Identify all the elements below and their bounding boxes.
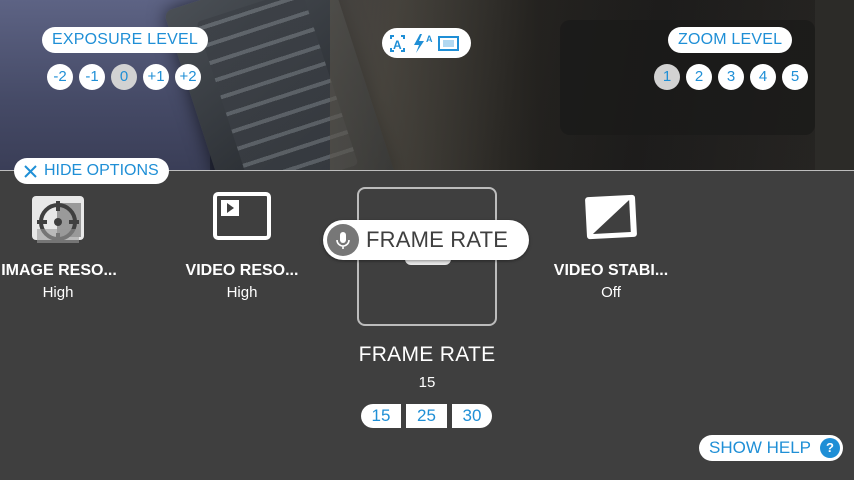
svg-text:A: A <box>393 38 402 52</box>
frame-rate-choice[interactable]: 15 <box>361 404 401 428</box>
aspect-ratio-icon[interactable] <box>438 36 459 51</box>
zoom-level-label: ZOOM LEVEL <box>668 27 793 53</box>
preview-wall <box>815 0 854 170</box>
image-resolution-icon[interactable] <box>31 195 85 249</box>
frame-rate-choice[interactable]: 30 <box>452 404 492 428</box>
voice-hint-label: FRAME RATE <box>366 227 509 252</box>
zoom-option-selected[interactable]: 1 <box>654 64 680 90</box>
option-name: VIDEO STABI... <box>553 262 669 279</box>
zoom-option[interactable]: 3 <box>718 64 744 90</box>
exposure-option[interactable]: +1 <box>143 64 169 90</box>
camera-mode-toggles[interactable]: A A <box>382 28 471 58</box>
zoom-option[interactable]: 2 <box>686 64 712 90</box>
close-icon <box>24 165 37 178</box>
option-value: High <box>226 284 258 301</box>
frame-rate-value: 15 <box>418 374 436 391</box>
video-stabilization-icon[interactable] <box>583 193 639 241</box>
camera-mode-icons: A A <box>390 34 459 53</box>
hide-options-button[interactable]: HIDE OPTIONS <box>14 158 169 184</box>
exposure-option-selected[interactable]: 0 <box>111 64 137 90</box>
frame-rate-title: FRAME RATE <box>358 343 496 366</box>
exposure-option[interactable]: -1 <box>79 64 105 90</box>
option-value: High <box>42 284 74 301</box>
show-help-button[interactable]: SHOW HELP ? <box>699 435 844 461</box>
help-icon: ? <box>820 438 841 458</box>
option-name: IMAGE RESO... <box>1 262 117 279</box>
exposure-level-label: EXPOSURE LEVEL <box>42 27 208 53</box>
show-help-label: SHOW HELP <box>709 438 812 457</box>
voice-command-hint[interactable]: FRAME RATE <box>323 220 529 260</box>
hide-options-label: HIDE OPTIONS <box>44 162 159 179</box>
option-name: VIDEO RESO... <box>185 262 299 279</box>
zoom-option[interactable]: 4 <box>750 64 776 90</box>
video-resolution-icon[interactable] <box>213 192 271 240</box>
exposure-option[interactable]: -2 <box>47 64 73 90</box>
exposure-option[interactable]: +2 <box>175 64 201 90</box>
svg-text:A: A <box>426 34 433 44</box>
auto-focus-icon[interactable]: A <box>390 35 405 52</box>
zoom-option[interactable]: 5 <box>782 64 808 90</box>
option-value: Off <box>601 284 621 301</box>
frame-rate-choice[interactable]: 25 <box>406 404 447 428</box>
auto-flash-icon[interactable]: A <box>414 34 433 53</box>
microphone-icon <box>327 224 359 256</box>
